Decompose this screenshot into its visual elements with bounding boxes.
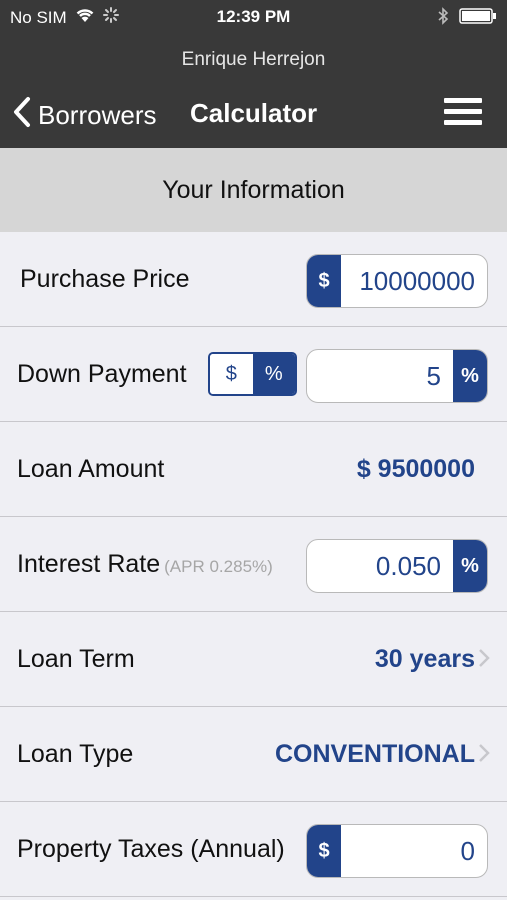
apr-note: (APR 0.285%) — [164, 557, 273, 576]
nav-bar: Borrowers Calculator — [0, 90, 507, 140]
loan-term-value: 30 years — [374, 645, 475, 673]
bluetooth-icon — [437, 7, 449, 30]
percent-badge: % — [453, 540, 487, 592]
loan-amount-value: $ 9500000 — [356, 455, 475, 483]
page-title: Calculator — [190, 98, 318, 128]
hamburger-menu-icon[interactable] — [444, 98, 482, 128]
loan-amount-label: Loan Amount — [17, 455, 165, 483]
purchase-price-label: Purchase Price — [20, 265, 190, 293]
section-header: Your Information — [0, 148, 507, 232]
interest-rate-value: 0.050 — [375, 550, 441, 581]
loan-type-label: Loan Type — [17, 740, 134, 768]
row-loan-amount: Loan Amount $ 9500000 — [0, 422, 507, 517]
back-button[interactable]: Borrowers — [12, 96, 156, 135]
currency-badge: $ — [307, 825, 341, 877]
down-payment-unit-toggle: $ % — [208, 352, 297, 396]
row-loan-type[interactable]: Loan Type CONVENTIONAL — [0, 707, 507, 802]
interest-rate-label-group: Interest Rate (APR 0.285%) — [17, 517, 273, 611]
row-loan-term[interactable]: Loan Term 30 years — [0, 612, 507, 707]
interest-rate-label: Interest Rate — [17, 550, 161, 578]
property-taxes-label: Property Taxes (Annual) — [17, 835, 285, 863]
row-property-taxes: Property Taxes (Annual) $ 0 — [0, 802, 507, 897]
loan-term-label: Loan Term — [17, 645, 135, 673]
status-bar: No SIM 12:39 PM — [0, 0, 507, 34]
toggle-percent-button[interactable]: % — [252, 354, 295, 394]
interest-rate-input[interactable]: 0.050 % — [306, 539, 488, 593]
currency-badge: $ — [307, 255, 341, 307]
loan-type-value: CONVENTIONAL — [275, 740, 475, 768]
down-payment-label: Down Payment — [17, 360, 187, 388]
property-taxes-input[interactable]: $ 0 — [306, 824, 488, 878]
percent-badge: % — [453, 350, 487, 402]
property-taxes-value: 0 — [460, 835, 475, 866]
user-name: Enrique Herrejon — [181, 49, 326, 70]
chevron-left-icon — [12, 96, 32, 135]
row-interest-rate: Interest Rate (APR 0.285%) 0.050 % — [0, 517, 507, 612]
down-payment-value: 5 — [426, 360, 441, 391]
status-time: 12:39 PM — [216, 7, 291, 26]
purchase-price-value: 10000000 — [359, 265, 475, 296]
back-label: Borrowers — [38, 100, 157, 130]
row-purchase-price: Purchase Price $ 10000000 — [0, 232, 507, 327]
row-down-payment: Down Payment $ % 5 % — [0, 327, 507, 422]
down-payment-input[interactable]: 5 % — [306, 349, 488, 403]
battery-icon — [459, 8, 497, 29]
chevron-right-icon — [479, 744, 490, 762]
purchase-price-input[interactable]: $ 10000000 — [306, 254, 488, 308]
app-header: No SIM 12:39 PM Enrique Herrejon Borrowe… — [0, 0, 507, 148]
chevron-right-icon — [479, 649, 490, 667]
toggle-dollar-button[interactable]: $ — [210, 354, 253, 394]
